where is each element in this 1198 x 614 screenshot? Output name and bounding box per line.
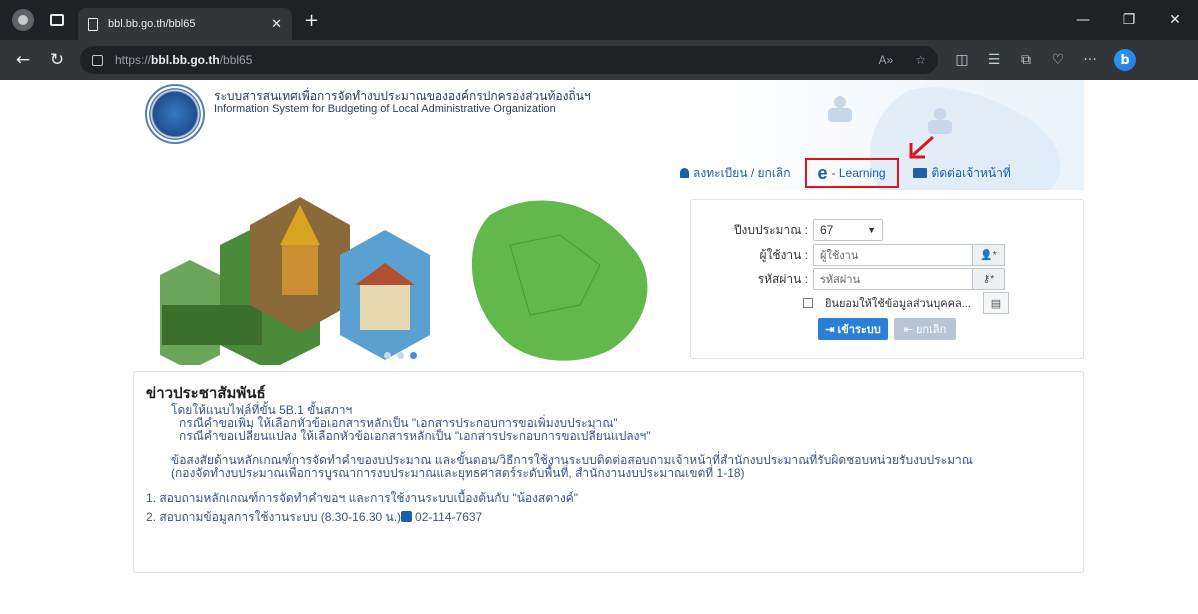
username-input[interactable]: ผู้ใช้งาน — [813, 244, 973, 266]
login-button[interactable]: ⇥ เข้าระบบ — [818, 318, 888, 340]
restore-icon[interactable]: ❐ — [1106, 0, 1152, 40]
url-field[interactable]: https://bbl.bb.go.th/bbl65 A» ☆ — [80, 46, 938, 74]
phone-icon — [401, 511, 413, 522]
consent-row: ยินยอมให้ใช้ข้อมูลส่วนบุคคล... ▤ — [803, 292, 1009, 314]
password-label: รหัสผ่าน : — [757, 271, 808, 286]
close-window-icon[interactable]: ✕ — [1152, 0, 1198, 40]
slide-dot-active[interactable] — [410, 352, 417, 359]
phone-number: 02-114-7637 — [415, 510, 483, 524]
contact-card-icon — [912, 168, 927, 178]
news-title: ข่าวประชาสัมพันธ์ — [146, 385, 266, 402]
list-item: 1. สอบถามหลักเกณฑ์การจัดทำคำขอฯ และการใช… — [146, 491, 579, 505]
slide-dot[interactable] — [384, 352, 391, 359]
register-link[interactable]: ลงทะเบียน / ยกเลิก — [680, 164, 791, 183]
site-title-th: ระบบสารสนเทศเพื่อการจัดทำงบประมาณขององค์… — [214, 89, 591, 103]
tab-actions-icon[interactable] — [50, 14, 64, 26]
extensions-icon[interactable]: ♡ — [1042, 44, 1074, 76]
login-panel: ปีงบประมาณ : 67 ▼ ผู้ใช้งาน : ผู้ใช้งาน … — [690, 199, 1084, 359]
login-button-label: เข้าระบบ — [837, 324, 881, 336]
top-nav-links: ลงทะเบียน / ยกเลิก e - Learning ติดต่อเจ… — [680, 158, 1011, 188]
minimize-icon[interactable]: — — [1060, 0, 1106, 40]
site-title-en: Information System for Budgeting of Loca… — [214, 103, 556, 115]
list-item-text: 2. สอบถามข้อมูลการใช้งานระบบ (8.30-16.30… — [146, 510, 402, 524]
slide-dot[interactable] — [397, 352, 404, 359]
profile-icon[interactable] — [12, 9, 34, 31]
sign-out-icon: ⇤ — [903, 323, 913, 336]
elearning-link[interactable]: e - Learning — [804, 158, 899, 188]
cancel-button-label: ยกเลิก — [915, 324, 947, 336]
collections-icon[interactable]: ⧉ — [1010, 44, 1042, 76]
year-row: ปีงบประมาณ : 67 ▼ — [691, 219, 883, 241]
contact-link[interactable]: ติดต่อเจ้าหน้าที่ — [912, 164, 1011, 183]
banner-slideshow-image — [160, 197, 648, 365]
bing-copilot-icon[interactable]: b — [1114, 49, 1136, 71]
page-icon — [88, 17, 98, 31]
year-label: ปีงบประมาณ : — [733, 222, 808, 237]
consent-label: ยินยอมให้ใช้ข้อมูลส่วนบุคคล... — [825, 298, 971, 310]
news-line: (กองจัดทำงบประมาณเพื่อการบูรณาการงบประมา… — [171, 466, 745, 480]
chevron-down-icon: ▼ — [867, 225, 876, 235]
browser-tab-bar: bbl.bb.go.th/bbl65 ✕ + — ❐ ✕ — [0, 0, 1198, 40]
elearning-icon: e — [817, 163, 828, 183]
news-line: กรณีคำขอเปลี่ยนแปลง ให้เลือกหัวข้อเอกสาร… — [179, 429, 651, 443]
url-prefix: https:// — [115, 53, 152, 67]
news-contact-list: 1. สอบถามหลักเกณฑ์การจัดทำคำขอฯ และการใช… — [146, 489, 578, 527]
url-path: /bbl65 — [219, 53, 253, 67]
favorite-star-icon[interactable]: ☆ — [915, 53, 926, 67]
page-content: ระบบสารสนเทศเพื่อการจัดทำงบประมาณขององค์… — [0, 80, 1198, 614]
tab-title: bbl.bb.go.th/bbl65 — [108, 18, 196, 30]
sign-in-icon: ⇥ — [825, 323, 835, 336]
username-label: ผู้ใช้งาน : — [759, 247, 808, 262]
back-icon[interactable]: ← — [6, 43, 40, 77]
key-asterisk-icon: ⚷* — [973, 268, 1005, 290]
organization-seal-logo — [145, 84, 205, 144]
document-icon[interactable]: ▤ — [983, 292, 1009, 314]
list-item: 2. สอบถามข้อมูลการใช้งานระบบ (8.30-16.30… — [146, 508, 578, 527]
contact-label: ติดต่อเจ้าหน้าที่ — [931, 165, 1011, 180]
address-bar-row: ← ↻ https://bbl.bb.go.th/bbl65 A» ☆ ◫ ☰ … — [0, 40, 1198, 80]
elearning-label: - Learning — [831, 166, 886, 180]
refresh-icon[interactable]: ↻ — [40, 43, 74, 77]
user-asterisk-icon: 👤* — [973, 244, 1005, 266]
password-input[interactable]: รหัสผ่าน — [813, 268, 973, 290]
url-host: bbl.bb.go.th — [151, 53, 220, 67]
browser-tab[interactable]: bbl.bb.go.th/bbl65 ✕ — [78, 8, 292, 40]
favorites-icon[interactable]: ☰ — [978, 44, 1010, 76]
more-menu-icon[interactable]: ··· — [1074, 44, 1106, 76]
cancel-button[interactable]: ⇤ ยกเลิก — [894, 318, 956, 340]
close-tab-icon[interactable]: ✕ — [271, 17, 282, 32]
fiscal-year-select[interactable]: 67 ▼ — [813, 219, 883, 241]
consent-checkbox[interactable] — [803, 298, 813, 308]
password-row: รหัสผ่าน : รหัสผ่าน ⚷* — [691, 268, 1005, 290]
login-buttons-row: ⇥ เข้าระบบ ⇤ ยกเลิก — [818, 318, 956, 340]
site-info-icon[interactable] — [92, 54, 103, 66]
site-title: ระบบสารสนเทศเพื่อการจัดทำงบประมาณขององค์… — [214, 90, 591, 116]
split-screen-icon[interactable]: ◫ — [946, 44, 978, 76]
username-row: ผู้ใช้งาน : ผู้ใช้งาน 👤* — [691, 244, 1005, 266]
new-tab-icon[interactable]: + — [304, 10, 319, 31]
slideshow-indicators — [384, 352, 417, 359]
news-panel: ข่าวประชาสัมพันธ์ โดยให้แนบไฟล์ที่ขั้น 5… — [133, 371, 1084, 573]
user-icon — [680, 168, 689, 178]
read-aloud-icon[interactable]: A» — [879, 53, 894, 67]
register-label: ลงทะเบียน / ยกเลิก — [693, 165, 791, 180]
fiscal-year-value: 67 — [820, 223, 834, 237]
news-body: โดยให้แนบไฟล์ที่ขั้น 5B.1 ขั้นสภาฯ กรณีค… — [171, 404, 973, 480]
window-controls: — ❐ ✕ — [1060, 0, 1198, 40]
